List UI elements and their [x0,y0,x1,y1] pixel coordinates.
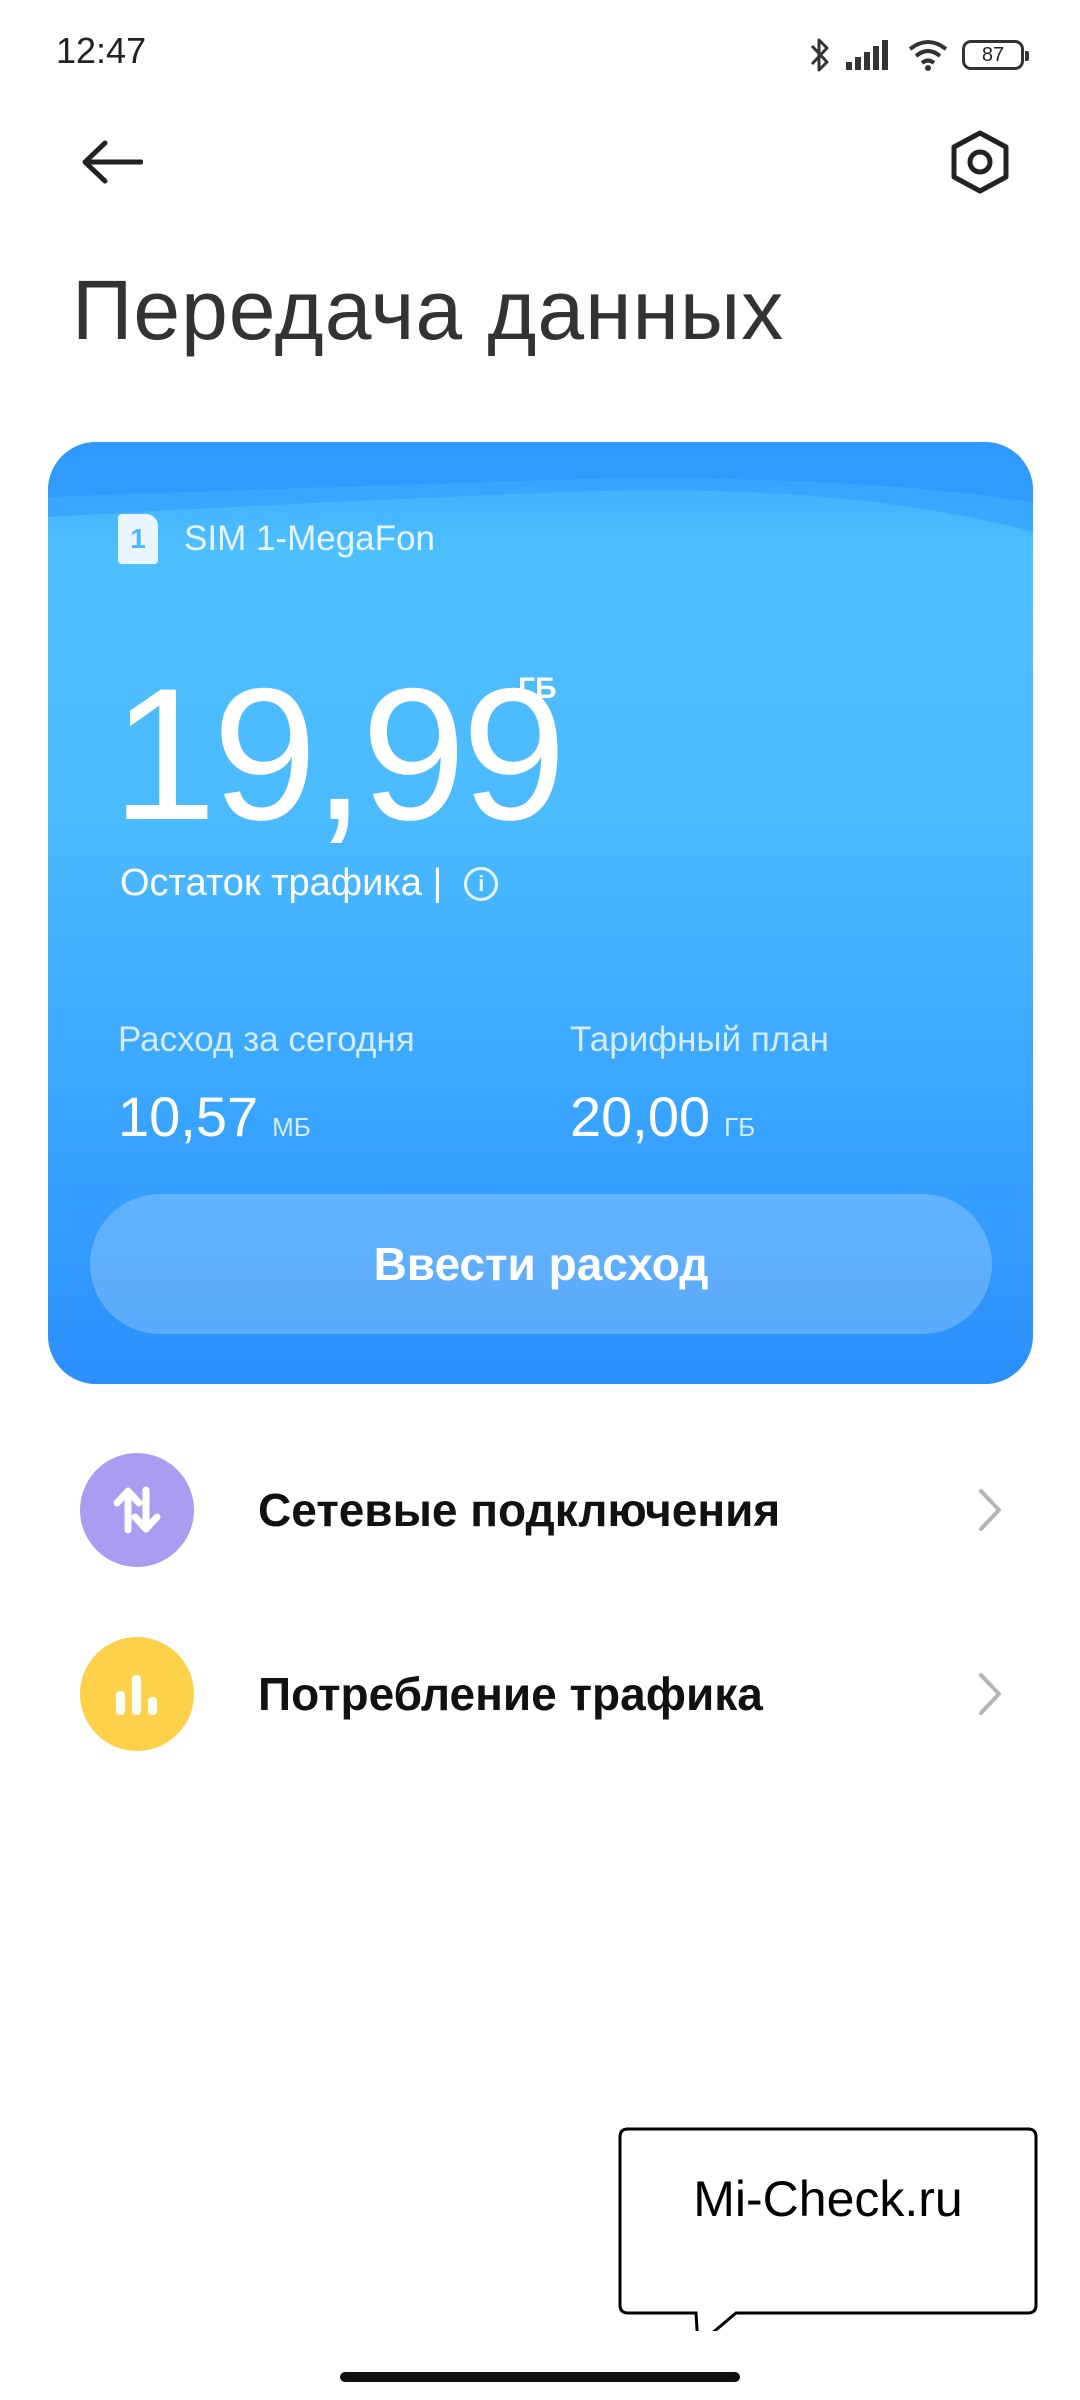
sim-card-icon: 1 [118,514,158,564]
remaining-traffic-unit: ГБ [518,672,557,705]
home-indicator[interactable] [340,2372,740,2382]
tariff-plan-unit: ГБ [724,1112,756,1142]
today-usage-label: Расход за сегодня [118,1020,415,1059]
list-item-network-connections[interactable]: Сетевые подключения [0,1440,1080,1580]
up-down-arrows-icon [80,1453,194,1567]
sim-selector[interactable]: 1 SIM 1-MegaFon [118,514,435,564]
back-button[interactable] [70,120,154,204]
remaining-traffic-value: 19,99 [112,649,566,859]
list-item-label: Сетевые подключения [258,1484,781,1536]
remaining-traffic-row: Остаток трафика | i [120,862,499,905]
tariff-plan: Тарифный план 20,00 ГБ [570,1020,829,1149]
tariff-plan-label: Тарифный план [570,1020,830,1059]
today-usage-unit: МБ [272,1112,311,1142]
status-bar: 12:47 87 [0,0,1080,110]
status-icons: 87 [808,30,1029,80]
bar-chart-icon [80,1637,194,1751]
back-arrow-icon [82,140,143,184]
status-time: 12:47 [56,30,147,71]
page-title: Передача данных [72,263,785,357]
list-item-label: Потребление трафика [258,1668,763,1720]
today-usage: Расход за сегодня 10,57 МБ [118,1020,415,1149]
settings-hexagon-icon [951,130,1009,194]
list-item-traffic-consumption[interactable]: Потребление трафика [0,1624,1080,1764]
signal-icon [846,40,888,70]
enter-usage-button[interactable]: Ввести расход [90,1194,992,1334]
today-usage-value: 10,57 [118,1085,259,1148]
wifi-icon [908,40,948,71]
data-usage-card: 1 SIM 1-MegaFon 19,99 ГБ Остаток трафика… [48,442,1033,1384]
watermark-text: Mi-Check.ru [693,2171,963,2227]
chevron-right-icon [979,1489,1001,1531]
settings-button[interactable] [938,120,1022,204]
sim-number: 1 [130,523,146,554]
info-icon[interactable]: i [464,866,499,901]
watermark-callout [618,2127,1038,2331]
remaining-traffic-label: Остаток трафика | [120,862,443,904]
bluetooth-icon [810,38,829,72]
sim-label: SIM 1-MegaFon [184,519,435,558]
chevron-right-icon [979,1673,1001,1715]
battery-icon: 87 [962,40,1029,70]
battery-level: 87 [981,43,1005,66]
tariff-plan-value: 20,00 [570,1085,711,1148]
